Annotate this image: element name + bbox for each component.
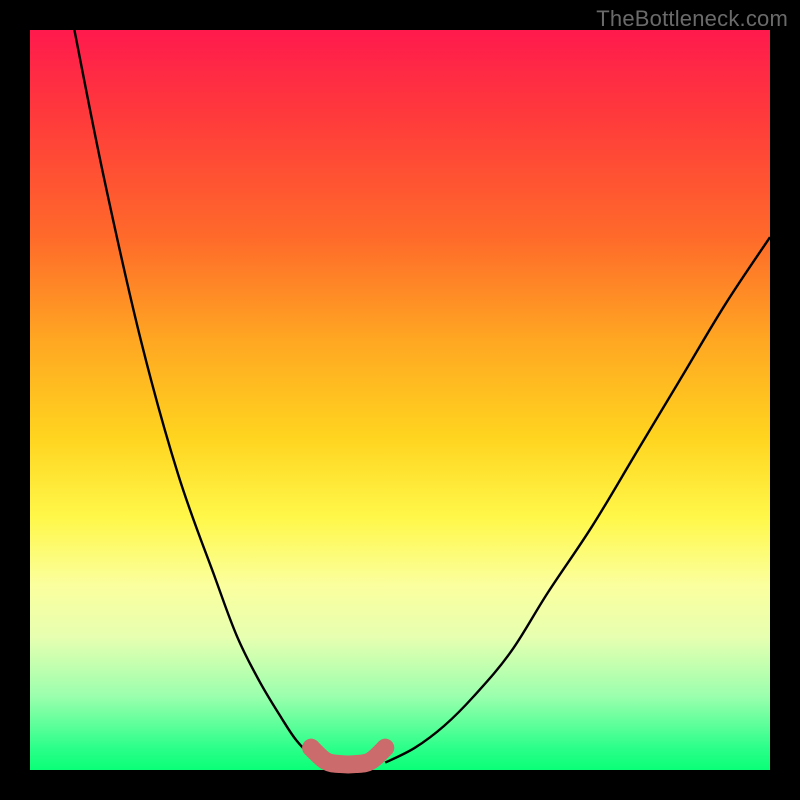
curve-layer — [30, 30, 770, 770]
left-curve — [74, 30, 326, 763]
watermark-text: TheBottleneck.com — [596, 6, 788, 32]
marker-dot-left — [302, 739, 320, 757]
plot-area — [30, 30, 770, 770]
marker-dot-right — [376, 739, 394, 757]
right-curve — [385, 237, 770, 762]
chart-frame: TheBottleneck.com — [0, 0, 800, 800]
bottom-marker — [311, 748, 385, 765]
